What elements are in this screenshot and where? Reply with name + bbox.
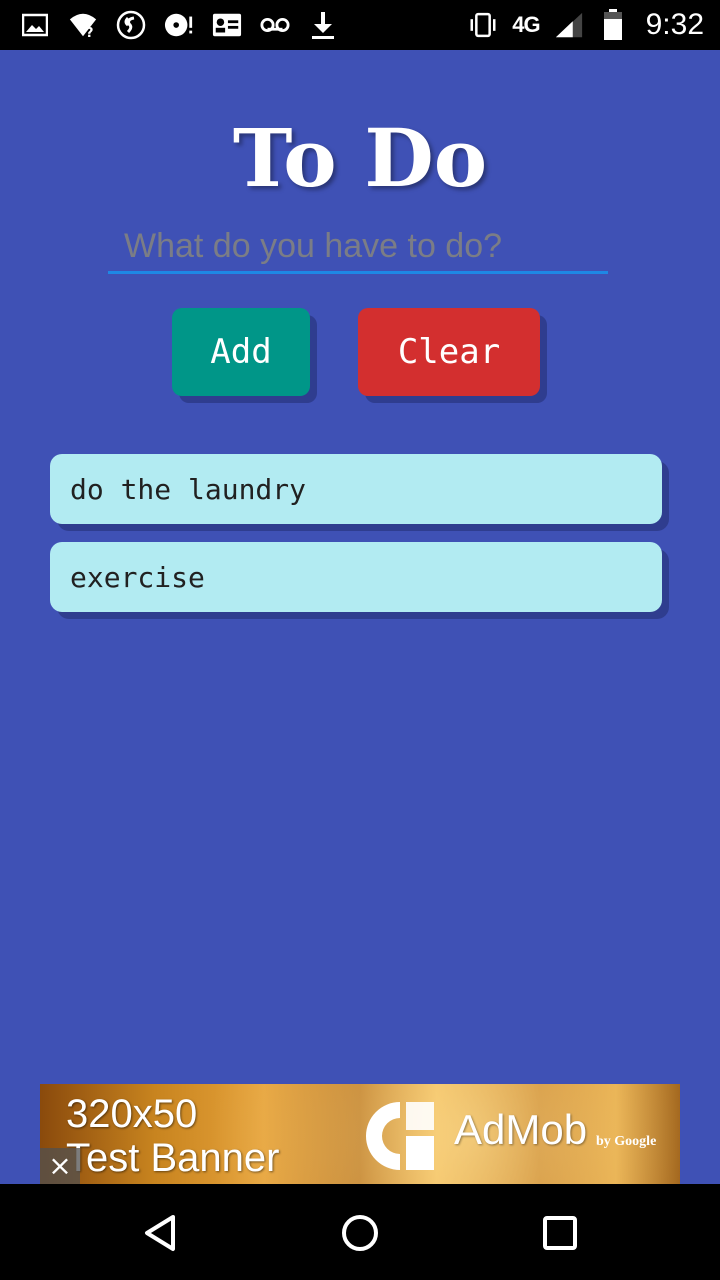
- wifi-unknown-icon: ?: [68, 10, 98, 40]
- ad-banner[interactable]: 320x50 Test Banner AdMob by Google ×: [40, 1084, 680, 1184]
- ad-close-icon[interactable]: ×: [40, 1148, 80, 1184]
- navigation-bar: [0, 1184, 720, 1280]
- battery-icon: [598, 9, 628, 40]
- app-title: To Do: [232, 111, 488, 205]
- recents-icon[interactable]: [535, 1208, 585, 1258]
- contact-card-icon: [212, 10, 242, 40]
- signal-icon: [554, 10, 584, 40]
- todo-input[interactable]: [108, 222, 608, 274]
- ad-banner-text: Test Banner: [66, 1136, 280, 1180]
- svg-text:?: ?: [86, 26, 94, 39]
- download-icon: [308, 10, 338, 40]
- clear-button[interactable]: Clear: [358, 308, 540, 396]
- cd-alert-icon: [164, 10, 194, 40]
- ad-brand: AdMob: [454, 1106, 588, 1153]
- add-button[interactable]: Add: [172, 308, 310, 396]
- ad-by-google: by Google: [596, 1134, 657, 1149]
- vibrate-icon: [468, 10, 498, 40]
- shazam-icon: [116, 10, 146, 40]
- clock: 9:32: [645, 8, 704, 41]
- system-icons: 4G 9:32: [468, 6, 704, 44]
- ad-size-text: 320x50: [66, 1092, 198, 1136]
- notification-icons: ?: [20, 8, 338, 42]
- admob-logo-icon: [360, 1096, 440, 1176]
- voicemail-icon: [260, 10, 290, 40]
- home-icon[interactable]: [335, 1208, 385, 1258]
- status-bar: ? 4G 9:32: [0, 0, 720, 50]
- image-icon: [20, 10, 50, 40]
- back-icon[interactable]: [135, 1208, 185, 1258]
- todo-item[interactable]: exercise: [50, 542, 662, 612]
- ad-text: 320x50 Test Banner: [66, 1092, 279, 1180]
- todo-item[interactable]: do the laundry: [50, 454, 662, 524]
- network-4g-lte-icon: 4G: [512, 12, 540, 37]
